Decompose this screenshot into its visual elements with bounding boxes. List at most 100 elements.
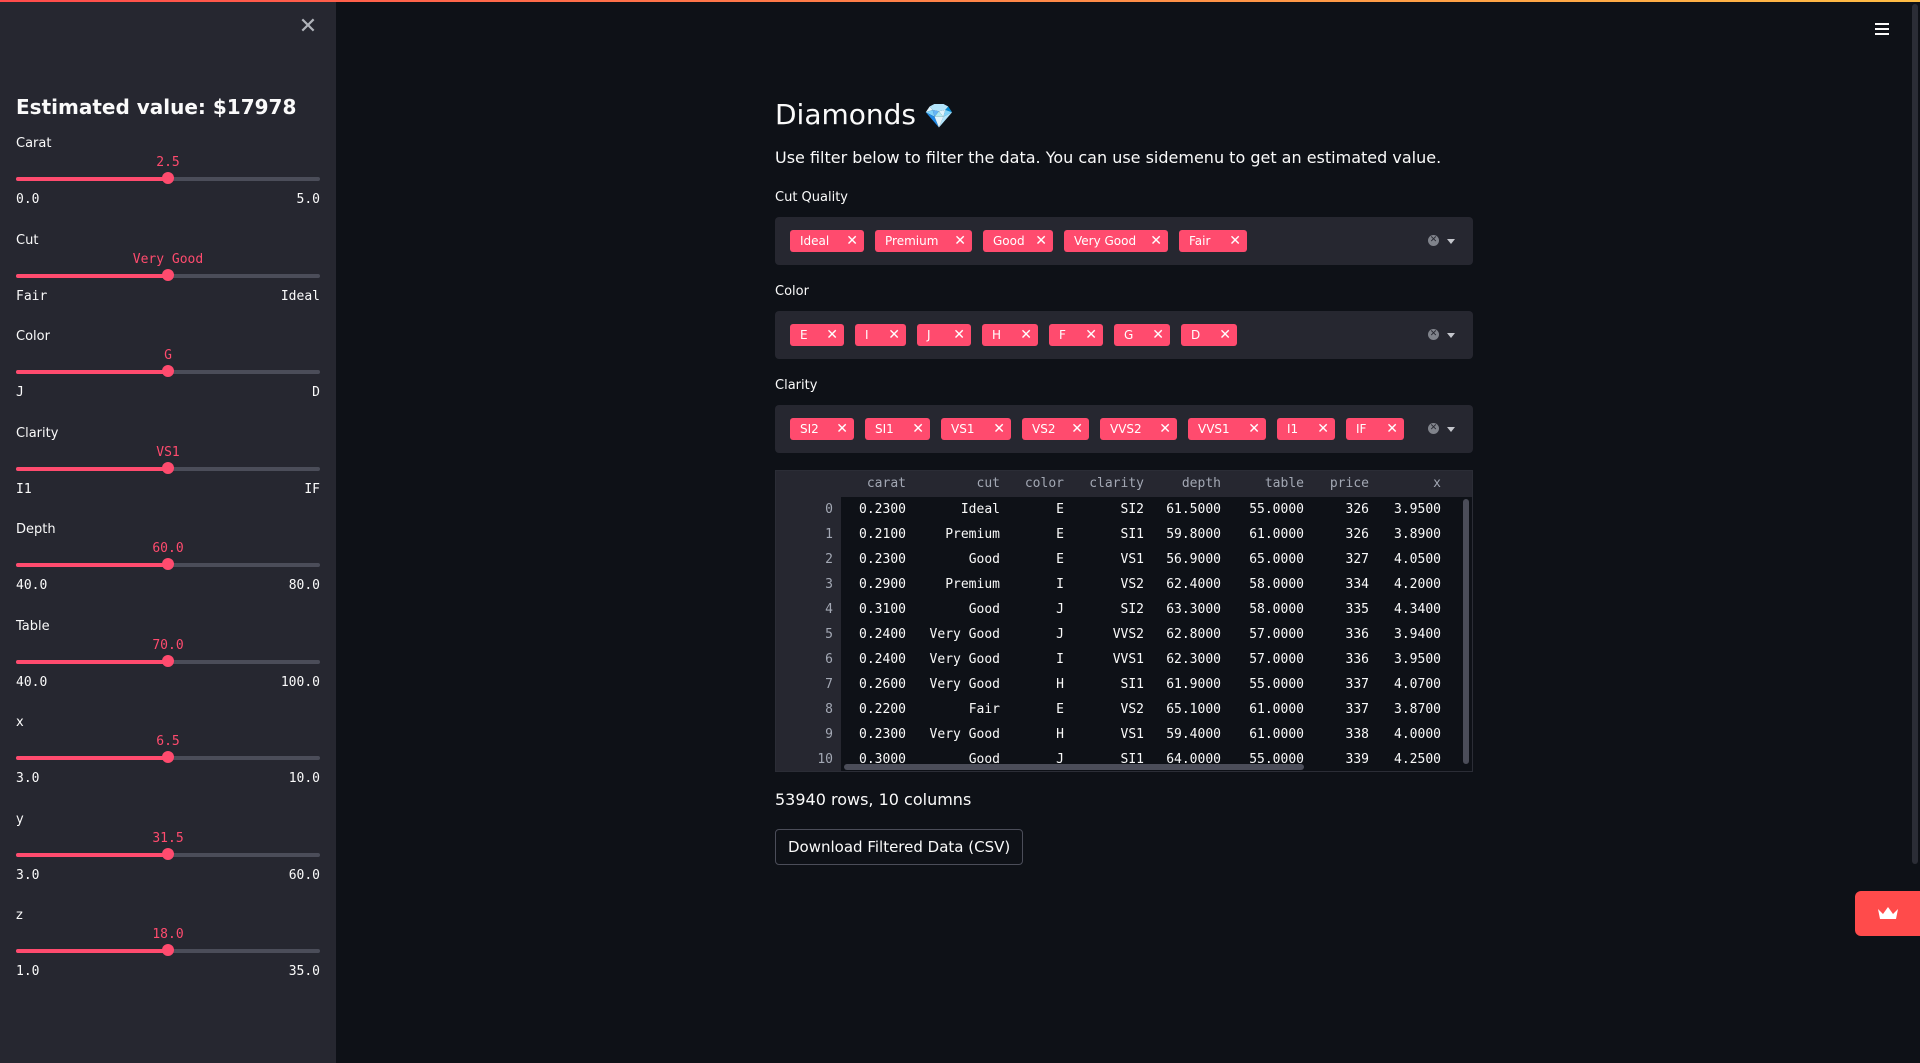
table-row[interactable]: 0 0.2300 Ideal E SI2 61.5000 55.0000 326 3.9500 (776, 497, 1472, 522)
remove-tag-icon[interactable]: ✕ (912, 418, 924, 440)
filter-multiselect-color[interactable]: E ✕ I ✕ J ✕ H ✕ F ✕ G ✕ D ✕ ✕ (775, 311, 1473, 359)
slider-x[interactable]: x 6.5 3.0 10.0 (16, 715, 320, 795)
remove-tag-icon[interactable]: ✕ (954, 230, 966, 252)
slider-thumb[interactable] (162, 654, 174, 667)
chevron-down-icon[interactable] (1447, 333, 1455, 338)
filter-tag[interactable]: IF ✕ (1346, 418, 1404, 440)
table-row[interactable]: 5 0.2400 Very Good J VVS2 62.8000 57.0000 336 3.… (776, 622, 1472, 647)
slider-thumb[interactable] (162, 558, 174, 570)
slider-carat[interactable]: Carat 2.5 0.0 5.0 (16, 136, 320, 216)
column-header[interactable]: price (1330, 476, 1369, 491)
table-cell: Very Good (929, 677, 1000, 692)
column-header[interactable]: x (1433, 476, 1441, 491)
slider-y[interactable]: y 31.5 3.0 60.0 (16, 812, 320, 892)
filter-tag[interactable]: Very Good ✕ (1064, 230, 1168, 252)
remove-tag-icon[interactable]: ✕ (953, 324, 965, 346)
table-vertical-scrollbar[interactable] (1462, 499, 1470, 764)
remove-tag-icon[interactable]: ✕ (993, 418, 1005, 440)
clear-all-icon[interactable]: ✕ (1428, 329, 1439, 340)
slider-thumb[interactable] (162, 172, 174, 184)
column-header[interactable]: depth (1182, 476, 1221, 491)
filter-tag[interactable]: VVS2 ✕ (1100, 418, 1177, 440)
filter-tag[interactable]: I1 ✕ (1277, 418, 1335, 440)
slider-depth[interactable]: Depth 60.0 40.0 80.0 (16, 522, 320, 602)
slider-cut[interactable]: Cut Very Good Fair Ideal (16, 233, 320, 313)
slider-clarity[interactable]: Clarity VS1 I1 IF (16, 426, 320, 506)
column-header[interactable]: carat (867, 476, 906, 491)
remove-tag-icon[interactable]: ✕ (1035, 230, 1047, 252)
filter-tag[interactable]: VVS1 ✕ (1188, 418, 1266, 440)
remove-tag-icon[interactable]: ✕ (1386, 418, 1398, 440)
table-cell: 61.0000 (1249, 702, 1304, 717)
filter-tag[interactable]: Fair ✕ (1179, 230, 1247, 252)
slider-thumb[interactable] (162, 461, 174, 474)
remove-tag-icon[interactable]: ✕ (1159, 418, 1171, 440)
filter-tag[interactable]: D ✕ (1181, 324, 1237, 346)
chevron-down-icon[interactable] (1447, 239, 1455, 244)
filter-tag[interactable]: I ✕ (855, 324, 906, 346)
slider-z[interactable]: z 18.0 1.0 35.0 (16, 908, 320, 988)
slider-thumb[interactable] (162, 268, 174, 281)
remove-tag-icon[interactable]: ✕ (836, 418, 848, 440)
remove-tag-icon[interactable]: ✕ (1152, 324, 1164, 346)
remove-tag-icon[interactable]: ✕ (1085, 324, 1097, 346)
filter-multiselect-clarity[interactable]: SI2 ✕ SI1 ✕ VS1 ✕ VS2 ✕ VVS2 ✕ VVS1 ✕ I1 ✕ IF ✕ ✕ (775, 405, 1473, 453)
column-header[interactable]: clarity (1089, 476, 1144, 491)
slider-thumb[interactable] (162, 847, 174, 860)
table-row[interactable]: 9 0.2300 Very Good H VS1 59.4000 61.0000 338 4.0… (776, 722, 1472, 747)
table-cell: 326 (1345, 502, 1369, 517)
table-cell: J (1056, 602, 1064, 617)
remove-tag-icon[interactable]: ✕ (1071, 418, 1083, 440)
slider-table[interactable]: Table 70.0 40.0 100.0 (16, 619, 320, 699)
data-table[interactable]: carat cut color clarity depth table price x 0 0.… (775, 470, 1473, 772)
table-cell: Premium (945, 577, 1000, 592)
clear-all-icon[interactable]: ✕ (1428, 235, 1439, 246)
remove-tag-icon[interactable]: ✕ (1317, 418, 1329, 440)
remove-tag-icon[interactable]: ✕ (1020, 324, 1032, 346)
table-row[interactable]: 8 0.2200 Fair E VS2 65.1000 61.0000 337 3.8700 (776, 697, 1472, 722)
column-header[interactable]: cut (977, 476, 1000, 491)
table-row[interactable]: 6 0.2400 Very Good I VVS1 62.3000 57.0000 336 3.… (776, 647, 1472, 672)
filter-tag[interactable]: SI1 ✕ (865, 418, 930, 440)
filter-tag[interactable]: Ideal ✕ (790, 230, 864, 252)
close-sidebar-icon[interactable]: ✕ (297, 16, 319, 38)
table-horizontal-scrollbar[interactable] (844, 763, 1454, 771)
filter-tag[interactable]: VS1 ✕ (941, 418, 1011, 440)
filter-multiselect-cut-quality[interactable]: Ideal ✕ Premium ✕ Good ✕ Very Good ✕ Fair ✕ ✕ (775, 217, 1473, 265)
table-row[interactable]: 4 0.3100 Good J SI2 63.3000 58.0000 335 4.3400 (776, 597, 1472, 622)
column-header[interactable]: table (1265, 476, 1304, 491)
filter-tag[interactable]: Premium ✕ (875, 230, 972, 252)
slider-thumb[interactable] (162, 365, 174, 377)
filter-tag[interactable]: G ✕ (1114, 324, 1170, 346)
table-row[interactable]: 2 0.2300 Good E VS1 56.9000 65.0000 327 4.0500 (776, 547, 1472, 572)
remove-tag-icon[interactable]: ✕ (846, 230, 858, 252)
filter-tag[interactable]: Good ✕ (983, 230, 1053, 252)
table-cell: E (1056, 502, 1064, 517)
slider-thumb[interactable] (162, 944, 174, 956)
remove-tag-icon[interactable]: ✕ (1229, 230, 1241, 252)
filter-tag[interactable]: F ✕ (1049, 324, 1103, 346)
app-badge-button[interactable] (1855, 891, 1920, 936)
remove-tag-icon[interactable]: ✕ (888, 324, 900, 346)
slider-color[interactable]: Color G J D (16, 329, 320, 409)
table-row[interactable]: 7 0.2600 Very Good H SI1 61.9000 55.0000 337 4.0… (776, 672, 1472, 697)
chevron-down-icon[interactable] (1447, 427, 1455, 432)
slider-label: Cut (16, 232, 39, 248)
filter-tag[interactable]: E ✕ (790, 324, 844, 346)
slider-thumb[interactable] (162, 751, 174, 763)
table-cell: 61.0000 (1249, 527, 1304, 542)
clear-all-icon[interactable]: ✕ (1428, 423, 1439, 434)
column-header[interactable]: color (1025, 476, 1064, 491)
filter-tag[interactable]: H ✕ (982, 324, 1038, 346)
remove-tag-icon[interactable]: ✕ (826, 324, 838, 346)
filter-tag[interactable]: J ✕ (917, 324, 971, 346)
table-row[interactable]: 1 0.2100 Premium E SI1 59.8000 61.0000 326 3.890… (776, 522, 1472, 547)
table-row[interactable]: 3 0.2900 Premium I VS2 62.4000 58.0000 334 4.200… (776, 572, 1472, 597)
remove-tag-icon[interactable]: ✕ (1248, 418, 1260, 440)
remove-tag-icon[interactable]: ✕ (1219, 324, 1231, 346)
filter-tag[interactable]: SI2 ✕ (790, 418, 854, 440)
download-csv-button[interactable]: Download Filtered Data (CSV) (775, 829, 1024, 865)
remove-tag-icon[interactable]: ✕ (1150, 230, 1162, 252)
filter-tag[interactable]: VS2 ✕ (1022, 418, 1089, 440)
hamburger-menu-icon[interactable] (1872, 18, 1896, 40)
